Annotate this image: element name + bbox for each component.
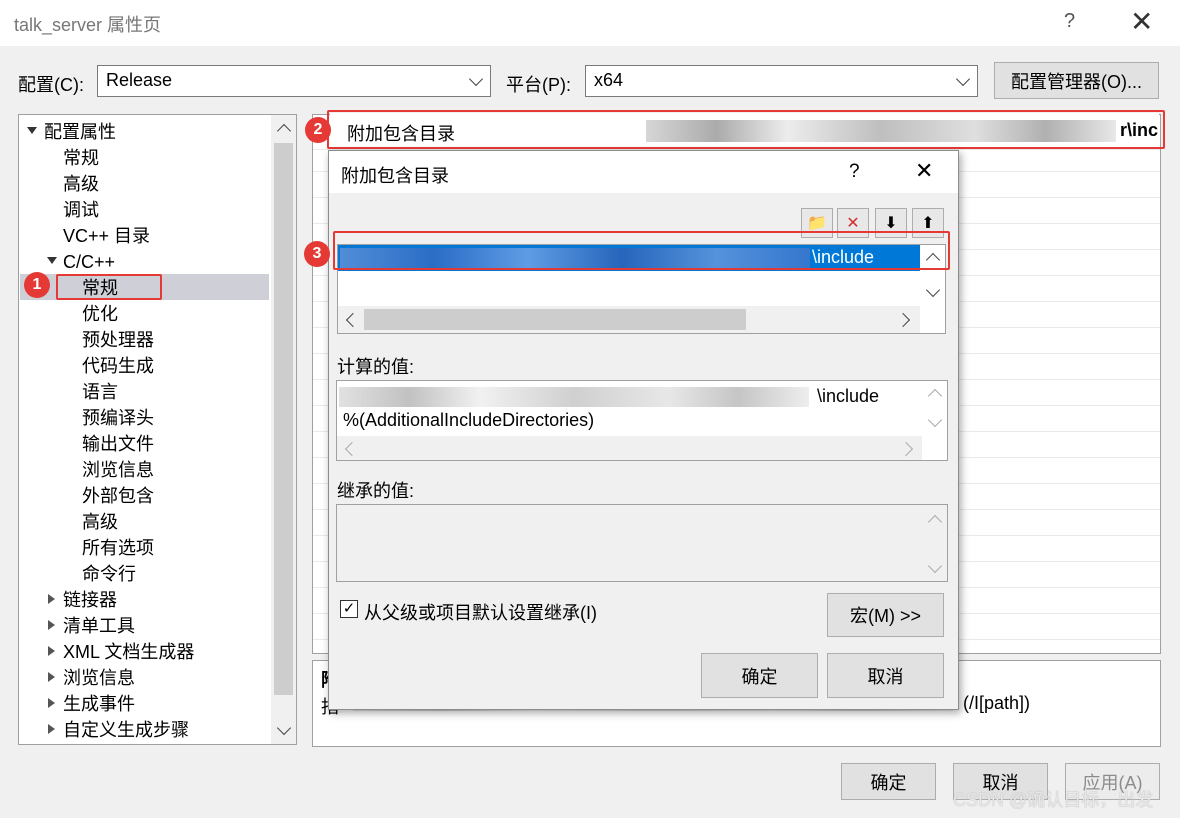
help-button[interactable]: ? (1064, 10, 1075, 33)
annotation-box-3 (333, 231, 950, 270)
tree-item-xml-doc-generator[interactable]: XML 文档生成器 (63, 640, 194, 664)
platform-select-value: x64 (594, 70, 624, 90)
tree-item-browse-info[interactable]: 浏览信息 (63, 666, 135, 690)
tree-item-advanced[interactable]: 高级 (63, 172, 99, 196)
scroll-down-icon[interactable] (927, 412, 943, 428)
inherit-checkbox[interactable]: ✓ (340, 600, 358, 618)
dialog-title-bar: 附加包含目录 ? ✕ (329, 151, 958, 193)
platform-label: 平台(P): (506, 75, 571, 95)
tree-item-build-events[interactable]: 生成事件 (63, 692, 135, 716)
tree-item-cpp-language[interactable]: 语言 (82, 380, 118, 404)
inherit-checkbox-label[interactable]: 从父级或项目默认设置继承(I) (364, 599, 597, 625)
config-select[interactable]: Release (97, 65, 491, 97)
tree-item-debugging[interactable]: 调试 (63, 198, 99, 222)
scroll-left-icon[interactable] (345, 312, 361, 328)
tree-scrollbar[interactable] (271, 115, 296, 744)
collapse-icon[interactable] (48, 672, 55, 682)
tree-item-vc-directories[interactable]: VC++ 目录 (63, 224, 150, 248)
scrollbar-thumb[interactable] (274, 143, 293, 695)
chevron-down-icon (955, 71, 971, 87)
hscroll-thumb[interactable] (364, 309, 746, 330)
expand-icon[interactable] (47, 257, 57, 264)
tree-item-manifest-tool[interactable]: 清单工具 (63, 614, 135, 638)
tree-item-cpp-browse-info[interactable]: 浏览信息 (82, 458, 154, 482)
close-button[interactable]: ✕ (1130, 4, 1153, 40)
tree-item-cpp-command-line[interactable]: 命令行 (82, 562, 136, 586)
dialog-cancel-button[interactable]: 取消 (827, 653, 944, 698)
watermark: CSDN @确认目标，出发 (953, 790, 1154, 810)
annotation-badge-2: 2 (305, 117, 331, 143)
tree-item-cpp-preprocessor[interactable]: 预处理器 (82, 328, 154, 352)
tree-item-custom-build-step[interactable]: 自定义生成步骤 (63, 718, 189, 742)
macro-button[interactable]: 宏(M) >> (827, 593, 944, 637)
scroll-down-icon[interactable] (925, 282, 941, 298)
tree-item-linker[interactable]: 链接器 (63, 588, 117, 612)
tree-item-cpp-pch[interactable]: 预编译头 (82, 406, 154, 430)
property-tree: 配置属性 常规 高级 调试 VC++ 目录 C/C++ 常规 优化 预处理器 代… (18, 114, 297, 745)
scroll-right-icon[interactable] (895, 312, 911, 328)
annotation-badge-3: 3 (304, 241, 330, 267)
collapse-icon[interactable] (48, 620, 55, 630)
scroll-left-icon[interactable] (344, 441, 360, 457)
tree-item-cpp-advanced[interactable]: 高级 (82, 510, 118, 534)
config-label: 配置(C): (18, 75, 84, 95)
tree-item-cpp-codegen[interactable]: 代码生成 (82, 354, 154, 378)
tree-item-cpp-external-includes[interactable]: 外部包含 (82, 484, 154, 508)
collapse-icon[interactable] (48, 594, 55, 604)
inherited-label: 继承的值: (337, 481, 415, 501)
inherited-value-box (336, 504, 948, 582)
title-bar: talk_server 属性页 ? ✕ (0, 0, 1180, 46)
annotation-box-2 (327, 110, 1165, 149)
scroll-right-icon[interactable] (898, 441, 914, 457)
computed-line-1: \include (817, 386, 880, 406)
description-switch: (/I[path]) (963, 693, 1031, 713)
chevron-down-icon (468, 71, 484, 87)
dialog-help-button[interactable]: ? (849, 161, 860, 183)
scroll-up-icon[interactable] (927, 388, 943, 404)
collapse-icon[interactable] (48, 724, 55, 734)
computed-line-2: %(AdditionalIncludeDirectories) (343, 410, 595, 430)
platform-select[interactable]: x64 (585, 65, 978, 97)
computed-label: 计算的值: (337, 357, 415, 377)
dialog-title: 附加包含目录 (341, 166, 449, 186)
tree-item-cpp-optimization[interactable]: 优化 (82, 302, 118, 326)
expand-icon[interactable] (27, 127, 37, 134)
tree-item-general[interactable]: 常规 (63, 146, 99, 170)
scroll-down-icon[interactable] (276, 720, 292, 736)
dir-list-hscroll[interactable] (338, 306, 920, 333)
tree-item-cpp-all-options[interactable]: 所有选项 (82, 536, 154, 560)
tree-item-cpp-output-files[interactable]: 输出文件 (82, 432, 154, 456)
scroll-down-icon[interactable] (927, 558, 943, 574)
window-title: talk_server 属性页 (14, 15, 162, 35)
dialog-ok-button[interactable]: 确定 (701, 653, 818, 698)
redacted-computed-path (339, 387, 809, 407)
config-manager-button[interactable]: 配置管理器(O)... (994, 62, 1159, 99)
computed-value-box: \include %(AdditionalIncludeDirectories) (336, 380, 948, 461)
tree-group-cpp[interactable]: C/C++ (63, 250, 115, 274)
collapse-icon[interactable] (48, 646, 55, 656)
dialog-close-button[interactable]: ✕ (915, 158, 933, 184)
scroll-up-icon[interactable] (927, 514, 943, 530)
scroll-up-icon[interactable] (276, 123, 292, 139)
ok-button[interactable]: 确定 (841, 763, 936, 800)
annotation-box-1 (56, 274, 162, 300)
computed-hscroll[interactable] (337, 436, 922, 460)
collapse-icon[interactable] (48, 698, 55, 708)
tree-root-config-properties[interactable]: 配置属性 (44, 120, 116, 144)
annotation-badge-1: 1 (24, 272, 50, 298)
config-select-value: Release (106, 70, 173, 90)
